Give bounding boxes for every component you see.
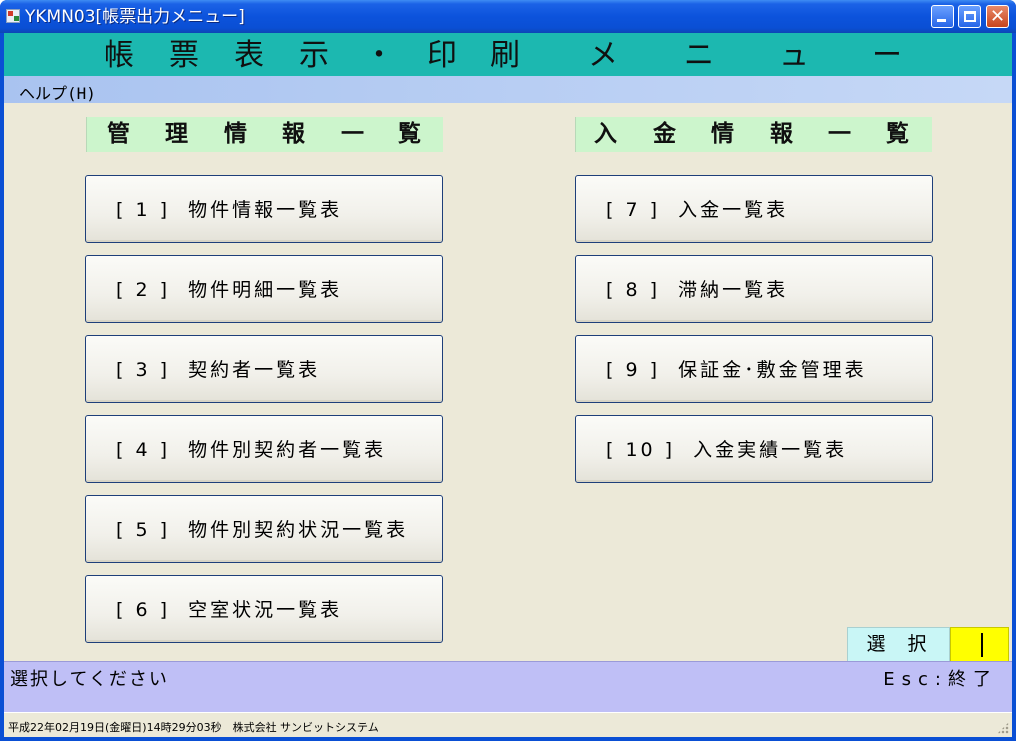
client-area: 帳 票 表 示 ・ 印 刷 メ ニ ュ ー ヘルプ(H) 管 理 情 報 一 覧 bbox=[4, 33, 1012, 737]
menu-button-label: [ 10 ] 入金実績一覧表 bbox=[606, 439, 848, 461]
section-char: 理 bbox=[165, 121, 188, 147]
title-char: 帳 bbox=[104, 38, 134, 73]
menu-button-4[interactable]: [ 4 ] 物件別契約者一覧表 bbox=[85, 415, 443, 483]
maximize-button[interactable] bbox=[958, 5, 981, 28]
app-icon[interactable] bbox=[6, 9, 20, 23]
resize-grip-icon[interactable] bbox=[997, 722, 1009, 734]
page-title: 帳 票 表 示 ・ 印 刷 メ ニ ュ ー bbox=[4, 33, 1012, 76]
menu-button-label: [ 8 ] 滞納一覧表 bbox=[606, 279, 789, 301]
menu-button-label: [ 3 ] 契約者一覧表 bbox=[116, 359, 321, 381]
title-char: 票 bbox=[169, 38, 199, 73]
section-char: 報 bbox=[770, 121, 793, 147]
title-char: ニ bbox=[684, 38, 714, 73]
section-char: 情 bbox=[224, 121, 247, 147]
menu-button-2[interactable]: [ 2 ] 物件明細一覧表 bbox=[85, 255, 443, 323]
menu-button-10[interactable]: [ 10 ] 入金実績一覧表 bbox=[575, 415, 933, 483]
close-button[interactable]: ✕ bbox=[986, 5, 1009, 28]
menu-button-5[interactable]: [ 5 ] 物件別契約状況一覧表 bbox=[85, 495, 443, 563]
menu-button-8[interactable]: [ 8 ] 滞納一覧表 bbox=[575, 255, 933, 323]
app-window: YKMN03[帳票出力メニュー] ✕ 帳 票 表 示 ・ 印 刷 メ ニ ュ ー… bbox=[0, 0, 1016, 741]
menu-help[interactable]: ヘルプ(H) bbox=[19, 80, 96, 104]
text-caret bbox=[981, 633, 983, 657]
minimize-button[interactable] bbox=[931, 5, 954, 28]
header-banner: 帳 票 表 示 ・ 印 刷 メ ニ ュ ー bbox=[4, 33, 1012, 76]
menu-button-9[interactable]: [ 9 ] 保証金･敷金管理表 bbox=[575, 335, 933, 403]
status-bar-text: 平成22年02月19日(金曜日)14時29分03秒 株式会社 サンビットシステム bbox=[8, 721, 379, 734]
window-title: YKMN03[帳票出力メニュー] bbox=[25, 7, 245, 27]
menu-button-3[interactable]: [ 3 ] 契約者一覧表 bbox=[85, 335, 443, 403]
menu-button-1[interactable]: [ 1 ] 物件情報一覧表 bbox=[85, 175, 443, 243]
section-char: 情 bbox=[711, 121, 734, 147]
section-heading-management: 管 理 情 報 一 覧 bbox=[86, 117, 443, 152]
section-char: 覧 bbox=[886, 121, 909, 147]
menu-button-7[interactable]: [ 7 ] 入金一覧表 bbox=[575, 175, 933, 243]
section-char: 報 bbox=[282, 121, 305, 147]
status-area: 選択してください Esc:終了 bbox=[4, 661, 1012, 712]
title-char: ー bbox=[872, 38, 902, 73]
title-char: 刷 bbox=[490, 38, 520, 73]
section-char: 一 bbox=[341, 121, 364, 147]
section-char: 管 bbox=[107, 121, 130, 147]
section-char: 覧 bbox=[398, 121, 421, 147]
menu-button-6[interactable]: [ 6 ] 空室状況一覧表 bbox=[85, 575, 443, 643]
title-char: 表 bbox=[234, 38, 264, 73]
title-char: 印 bbox=[427, 38, 457, 73]
status-message: 選択してください bbox=[10, 669, 169, 690]
select-label: 選択 bbox=[847, 627, 950, 662]
title-bar[interactable]: YKMN03[帳票出力メニュー] ✕ bbox=[0, 0, 1016, 33]
menu-button-label: [ 4 ] 物件別契約者一覧表 bbox=[116, 439, 387, 461]
menu-button-label: [ 2 ] 物件明細一覧表 bbox=[116, 279, 343, 301]
section-char: 入 bbox=[594, 121, 617, 147]
title-char: ・ bbox=[364, 38, 394, 73]
maximize-icon bbox=[964, 11, 976, 22]
menu-button-label: [ 9 ] 保証金･敷金管理表 bbox=[606, 359, 867, 381]
menu-button-label: [ 1 ] 物件情報一覧表 bbox=[116, 199, 343, 221]
select-input[interactable] bbox=[950, 627, 1009, 662]
esc-hint: Esc:終了 bbox=[883, 669, 998, 690]
menu-button-label: [ 7 ] 入金一覧表 bbox=[606, 199, 789, 221]
title-char: ュ bbox=[779, 38, 809, 73]
menu-button-label: [ 5 ] 物件別契約状況一覧表 bbox=[116, 519, 409, 541]
menu-bar: ヘルプ(H) bbox=[4, 76, 1012, 103]
title-char: メ bbox=[588, 38, 618, 73]
section-char: 一 bbox=[828, 121, 851, 147]
minimize-icon bbox=[937, 19, 946, 22]
status-bar: 平成22年02月19日(金曜日)14時29分03秒 株式会社 サンビットシステム bbox=[4, 712, 1012, 737]
title-char: 示 bbox=[299, 38, 329, 73]
section-heading-payment: 入 金 情 報 一 覧 bbox=[575, 117, 932, 152]
menu-button-label: [ 6 ] 空室状況一覧表 bbox=[116, 599, 343, 621]
section-char: 金 bbox=[653, 121, 676, 147]
close-icon: ✕ bbox=[989, 6, 1006, 27]
